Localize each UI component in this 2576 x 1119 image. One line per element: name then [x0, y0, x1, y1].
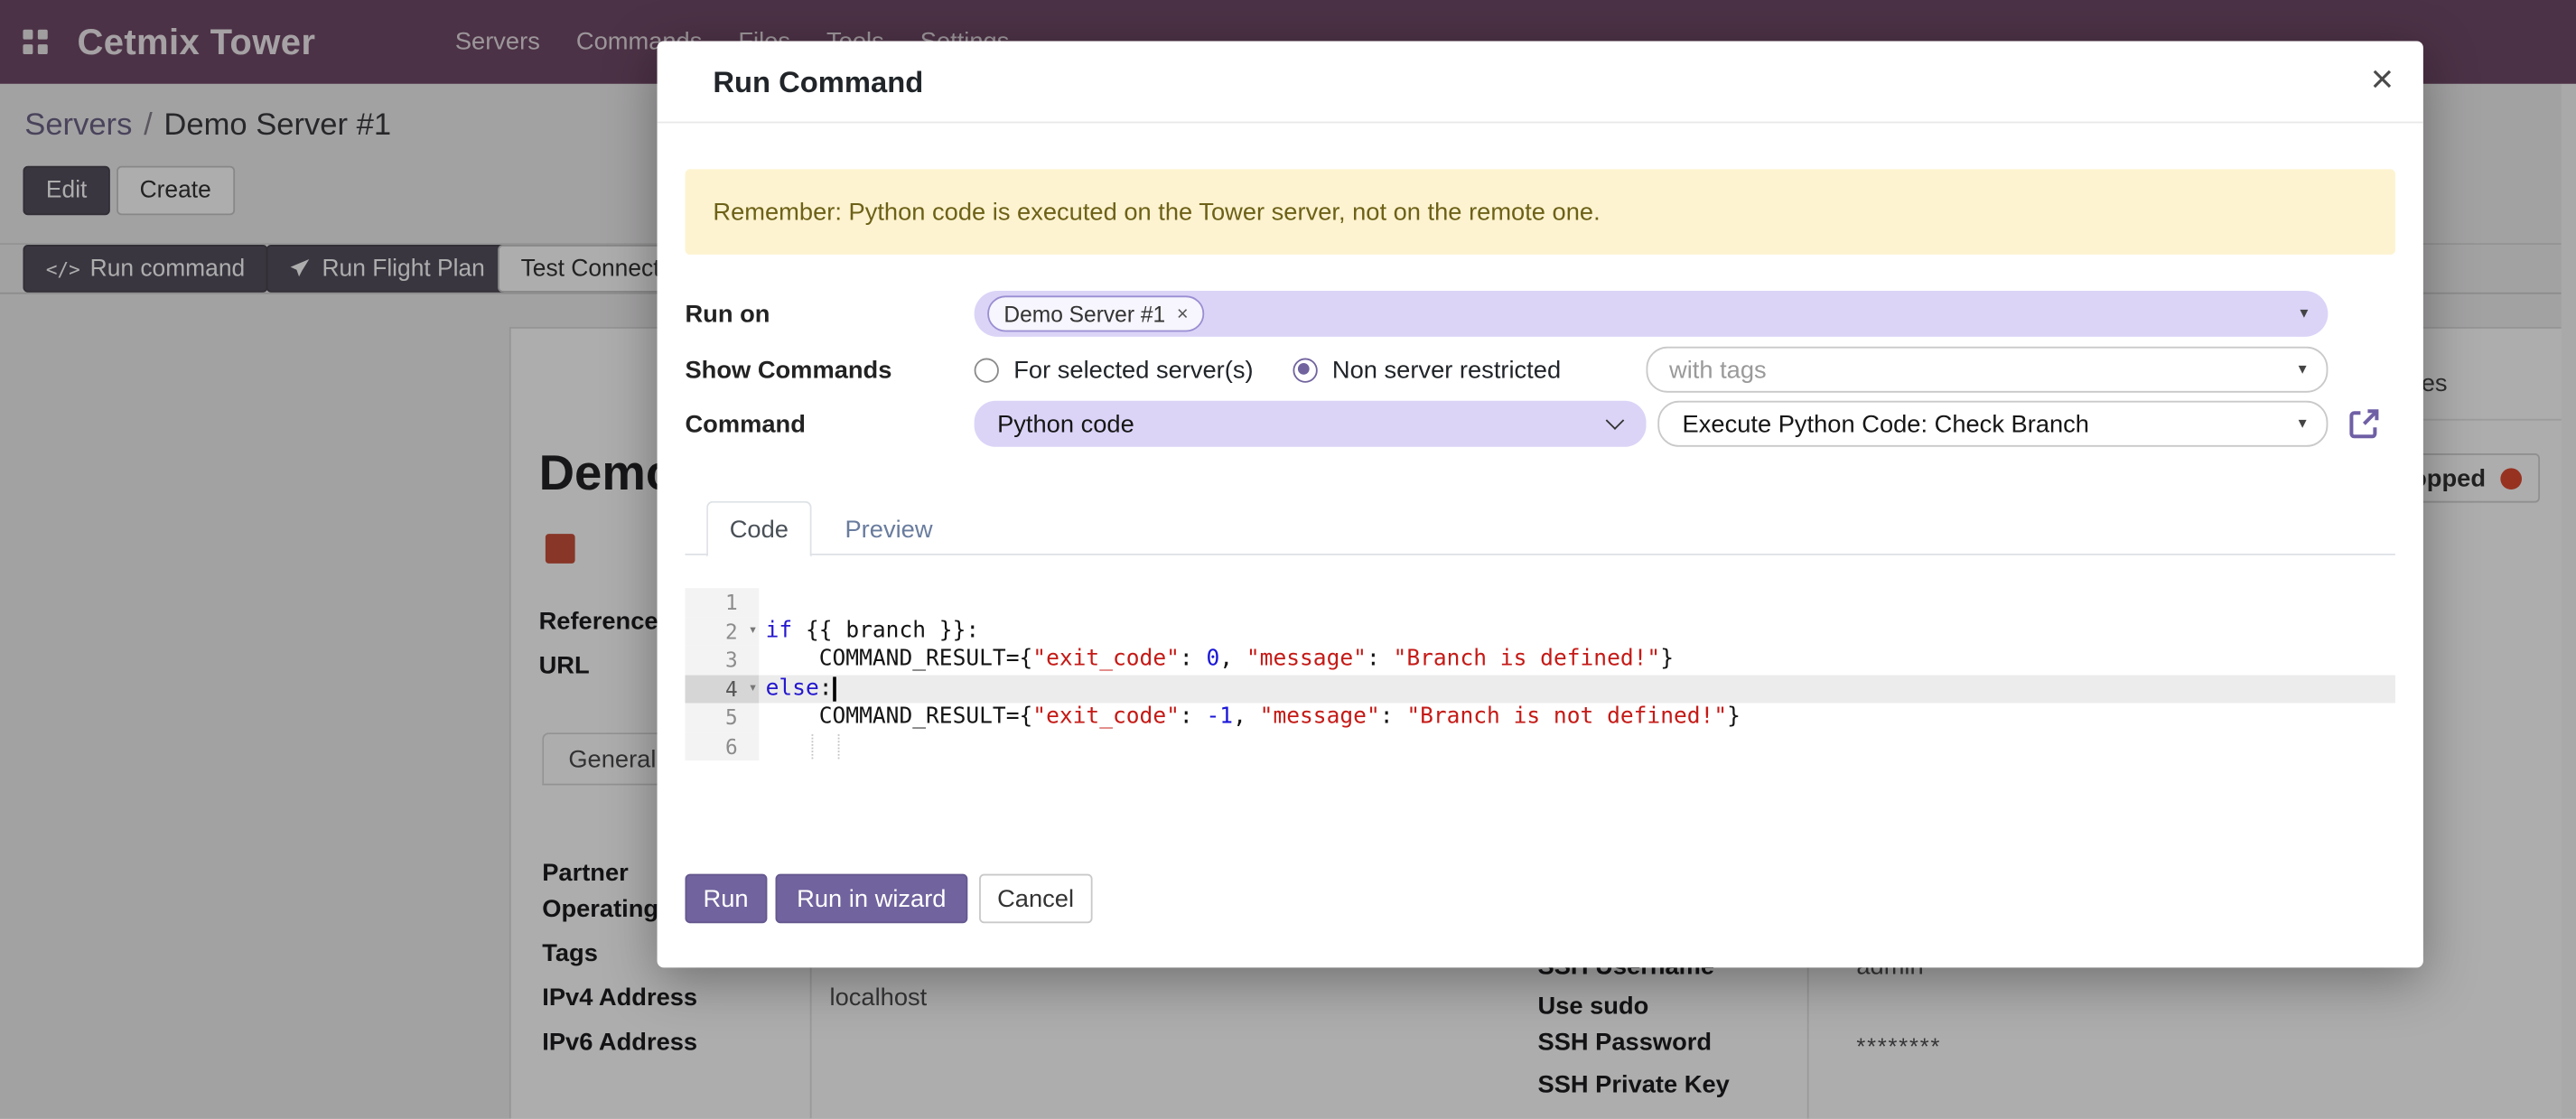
remove-tag-icon[interactable]: × — [1177, 303, 1189, 323]
editor-line-number: 5 — [685, 703, 759, 732]
tab-code[interactable]: Code — [706, 501, 811, 557]
run-on-tags-field[interactable]: Demo Server #1 × ▾ — [975, 291, 2329, 337]
radio-non-server-restricted-label[interactable]: Non server restricted — [1332, 356, 1561, 384]
editor-line-4[interactable]: 4▾else: — [685, 675, 2394, 704]
run-in-wizard-button[interactable]: Run in wizard — [776, 874, 968, 924]
radio-non-server-restricted[interactable] — [1293, 358, 1317, 382]
server-tag-label: Demo Server #1 — [1003, 302, 1165, 326]
show-commands-label: Show Commands — [685, 357, 891, 385]
editor-code-text: else: — [759, 675, 2395, 704]
editor-line-number: 3 — [685, 646, 759, 675]
chevron-down-icon — [1606, 411, 1625, 430]
command-type-value: Python code — [997, 410, 1134, 438]
modal-header: Run Command × — [658, 41, 2423, 123]
tab-preview[interactable]: Preview — [825, 501, 953, 557]
editor-line-6[interactable]: 6 — [685, 732, 2394, 760]
server-tag-chip[interactable]: Demo Server #1 × — [987, 295, 1205, 331]
command-type-select[interactable]: Python code — [975, 401, 1647, 447]
external-link-icon[interactable] — [2346, 406, 2382, 442]
radio-for-selected-servers-label[interactable]: For selected server(s) — [1013, 356, 1253, 384]
chevron-down-icon: ▾ — [2300, 304, 2308, 322]
with-tags-placeholder: with tags — [1669, 356, 1767, 384]
chevron-down-icon: ▾ — [2299, 415, 2307, 433]
radio-for-selected-servers[interactable] — [975, 358, 999, 382]
run-command-modal: Run Command × Remember: Python code is e… — [658, 41, 2423, 967]
editor-code-text: if {{ branch }}: — [759, 617, 2395, 646]
editor-line-5[interactable]: 5 COMMAND_RESULT={"exit_code": -1, "mess… — [685, 703, 2394, 732]
command-value: Execute Python Code: Check Branch — [1683, 410, 2089, 438]
editor-code-text — [759, 588, 2395, 617]
cancel-button[interactable]: Cancel — [979, 874, 1092, 924]
warning-text: Remember: Python code is executed on the… — [713, 198, 1600, 226]
editor-line-number: 2▾ — [685, 617, 759, 646]
editor-code-text — [759, 732, 2395, 760]
modal-title: Run Command — [713, 41, 923, 123]
editor-code-text: COMMAND_RESULT={"exit_code": 0, "message… — [759, 646, 2395, 675]
chevron-down-icon: ▾ — [2299, 360, 2307, 378]
editor-line-number: 1 — [685, 588, 759, 617]
editor-line-number: 4▾ — [685, 675, 759, 704]
text-cursor — [833, 676, 836, 700]
with-tags-select[interactable]: with tags ▾ — [1647, 347, 2329, 393]
indent-guide — [812, 733, 814, 759]
modal-tabs: Code Preview — [685, 501, 2394, 555]
editor-line-2[interactable]: 2▾if {{ branch }}: — [685, 617, 2394, 646]
show-commands-radio-group: For selected server(s) Non server restri… — [975, 347, 1601, 393]
fold-arrow-icon[interactable]: ▾ — [749, 617, 758, 646]
run-on-label: Run on — [685, 301, 770, 329]
command-label: Command — [685, 411, 805, 439]
indent-guide — [838, 733, 840, 759]
editor-line-3[interactable]: 3 COMMAND_RESULT={"exit_code": 0, "messa… — [685, 646, 2394, 675]
code-editor[interactable]: 12▾if {{ branch }}:3 COMMAND_RESULT={"ex… — [685, 588, 2394, 760]
run-button[interactable]: Run — [685, 874, 766, 924]
editor-code-text: COMMAND_RESULT={"exit_code": -1, "messag… — [759, 703, 2395, 732]
editor-line-number: 6 — [685, 732, 759, 760]
close-icon[interactable]: × — [2371, 41, 2394, 117]
screen: Cetmix Tower ServersCommandsFilesToolsSe… — [0, 0, 2576, 1119]
fold-arrow-icon[interactable]: ▾ — [749, 675, 758, 704]
editor-line-1[interactable]: 1 — [685, 588, 2394, 617]
python-warning-alert: Remember: Python code is executed on the… — [685, 169, 2394, 255]
command-select[interactable]: Execute Python Code: Check Branch ▾ — [1657, 401, 2328, 447]
